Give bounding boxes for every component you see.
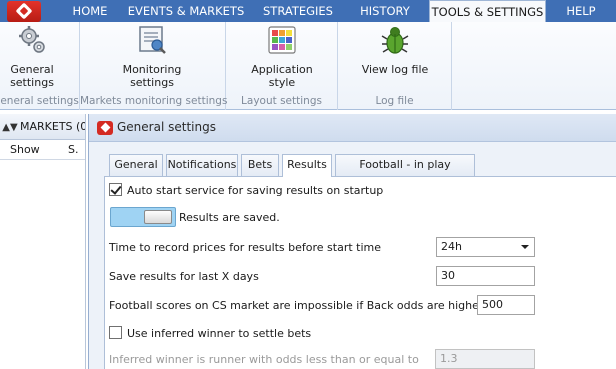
inferred-winner-checkbox[interactable] bbox=[109, 326, 122, 339]
ribbon-group-label: Markets monitoring settings bbox=[80, 95, 228, 107]
menu-bar: HOME EVENTS & MARKETS STRATEGIES HISTORY… bbox=[0, 0, 616, 22]
tab-notifications[interactable]: Notifications bbox=[166, 154, 238, 176]
record-time-label: Time to record prices for results before… bbox=[109, 241, 382, 254]
cs-market-label: Football scores on CS market are impossi… bbox=[109, 299, 512, 312]
record-time-dropdown[interactable]: 24h bbox=[436, 237, 535, 257]
window-title-bar: General settings bbox=[89, 114, 616, 142]
auto-start-checkbox[interactable] bbox=[109, 183, 122, 196]
tab-results[interactable]: Results bbox=[282, 154, 332, 177]
window-title: General settings bbox=[117, 120, 216, 134]
ribbon-group-monitoring: Monitoring settings Markets monitoring s… bbox=[80, 22, 228, 110]
cs-market-odds-input[interactable]: 500 bbox=[477, 295, 535, 315]
monitoring-settings-button[interactable]: Monitoring settings bbox=[117, 24, 187, 89]
view-log-file-label: View log file bbox=[361, 63, 429, 76]
menu-tab-strategies[interactable]: STRATEGIES bbox=[256, 0, 340, 22]
markets-panel: ▲▼ MARKETS (0 Show S. bbox=[0, 114, 86, 369]
markets-panel-header: ▲▼ MARKETS (0 bbox=[0, 114, 85, 140]
ribbon-group-general: General settings General settings bbox=[0, 22, 80, 110]
tab-bets[interactable]: Bets bbox=[241, 154, 279, 176]
menu-tab-help[interactable]: HELP bbox=[556, 0, 606, 22]
monitoring-settings-icon bbox=[139, 26, 166, 54]
ribbon: General settings General settings Monito… bbox=[0, 22, 616, 110]
chevron-down-icon[interactable] bbox=[521, 245, 529, 249]
menu-tab-home[interactable]: HOME bbox=[62, 0, 118, 22]
sort-arrows-icon[interactable]: ▲▼ bbox=[0, 115, 20, 139]
markets-panel-title: MARKETS (0 bbox=[20, 120, 85, 133]
general-settings-label-2: settings bbox=[10, 76, 54, 89]
toggle-knob[interactable] bbox=[144, 210, 172, 224]
save-days-input[interactable]: 30 bbox=[436, 266, 535, 286]
auto-start-label: Auto start service for saving results on… bbox=[127, 184, 384, 197]
results-status-text: Results are saved. bbox=[179, 211, 280, 224]
monitoring-settings-label-2: settings bbox=[130, 76, 174, 89]
column-header-show[interactable]: Show bbox=[0, 140, 60, 159]
tab-general[interactable]: General bbox=[109, 154, 163, 176]
ribbon-group-layout: Application style Layout settings bbox=[226, 22, 338, 110]
auto-start-row[interactable]: Auto start service for saving results on… bbox=[109, 183, 383, 197]
general-settings-window: General settings General Notifications B… bbox=[88, 114, 616, 369]
menu-tab-events-markets[interactable]: EVENTS & MARKETS bbox=[124, 0, 248, 22]
ribbon-group-label: Log file bbox=[375, 95, 414, 107]
inferred-winner-row[interactable]: Use inferred winner to settle bets bbox=[109, 326, 311, 340]
monitoring-settings-label-1: Monitoring bbox=[122, 63, 182, 76]
inferred-winner-label: Use inferred winner to settle bets bbox=[127, 327, 312, 340]
view-log-file-button[interactable]: View log file bbox=[352, 24, 438, 76]
application-style-button[interactable]: Application style bbox=[238, 24, 326, 89]
ribbon-group-log: View log file Log file bbox=[338, 22, 452, 110]
application-style-label: Application style bbox=[251, 63, 313, 89]
bug-icon bbox=[381, 27, 409, 54]
inferred-odds-input: 1.3 bbox=[435, 349, 535, 369]
results-settings-panel: Auto start service for saving results on… bbox=[104, 176, 616, 369]
menu-tab-tools-settings[interactable]: TOOLS & SETTINGS bbox=[429, 0, 546, 22]
menu-tab-history[interactable]: HISTORY bbox=[350, 0, 420, 22]
ribbon-group-label: General settings bbox=[0, 95, 79, 107]
record-time-value: 24h bbox=[441, 240, 462, 253]
general-settings-label-1: General bbox=[10, 63, 54, 76]
column-header-s[interactable]: S. bbox=[60, 140, 78, 159]
results-saving-toggle[interactable] bbox=[110, 207, 176, 227]
inferred-odds-label: Inferred winner is runner with odds less… bbox=[109, 353, 419, 366]
save-days-label: Save results for last X days bbox=[109, 270, 259, 283]
general-settings-button[interactable]: General settings bbox=[4, 24, 60, 89]
ribbon-group-label: Layout settings bbox=[241, 95, 322, 107]
color-palette-icon bbox=[268, 26, 296, 54]
gears-icon bbox=[19, 26, 45, 53]
app-logo-icon bbox=[97, 121, 113, 135]
tab-football-in-play-statistics[interactable]: Football - in play statistics bbox=[335, 154, 475, 191]
markets-columns-header: Show S. bbox=[0, 140, 85, 160]
app-logo-icon[interactable] bbox=[7, 1, 41, 22]
